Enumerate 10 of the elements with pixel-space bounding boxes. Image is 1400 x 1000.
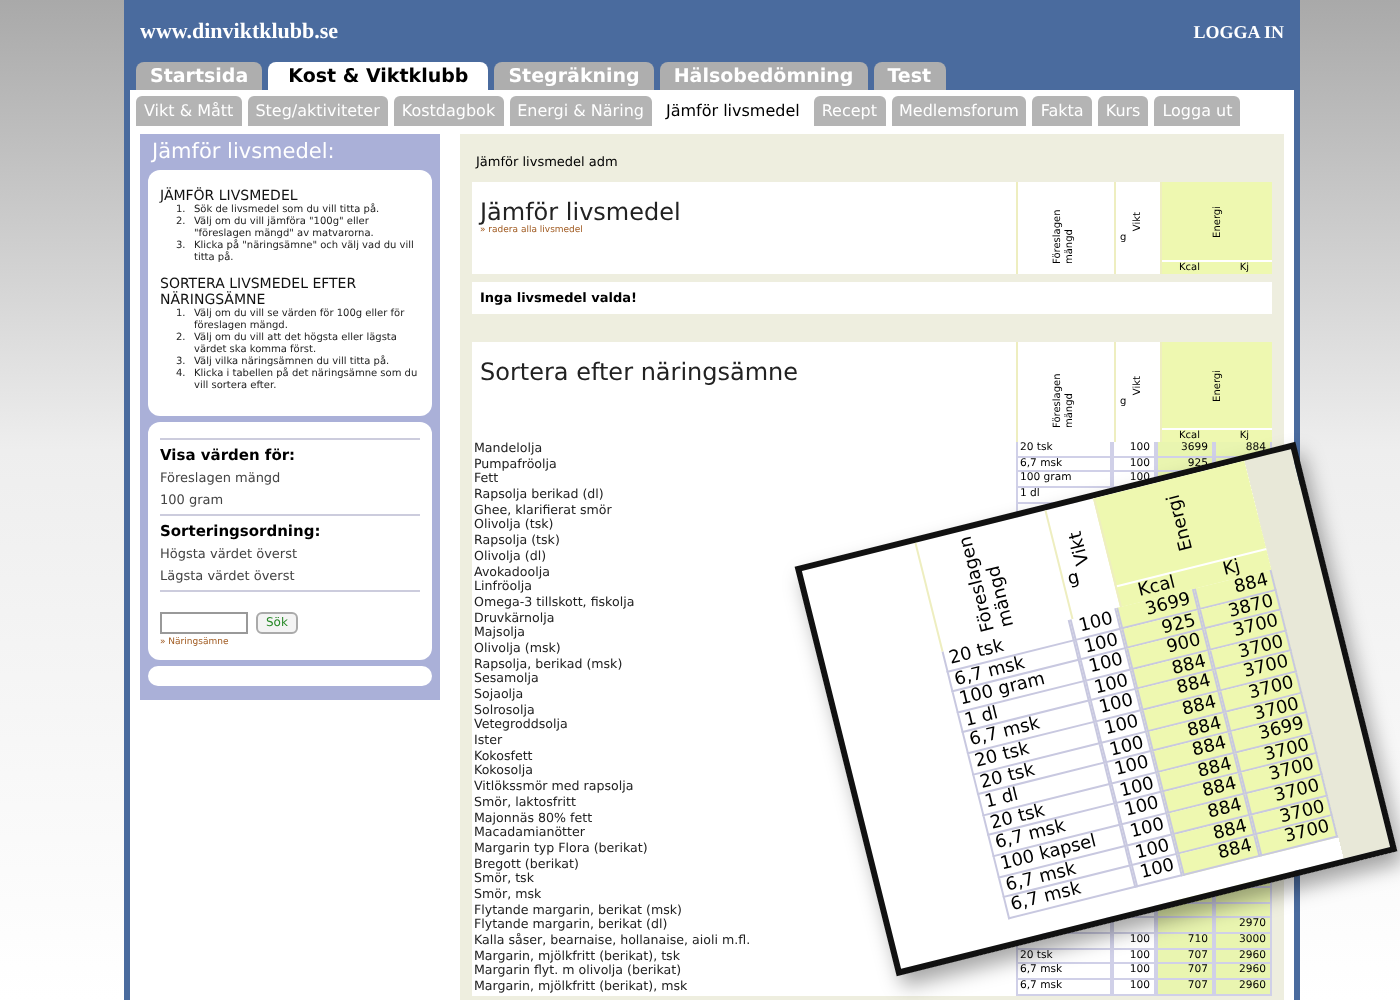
- unit-label: g: [1065, 567, 1082, 590]
- column-header: Vikt: [1066, 529, 1095, 568]
- section-heading: Sortera efter näringsämne: [480, 358, 801, 386]
- nav-tab[interactable]: Kost & Viktklubb: [268, 62, 489, 90]
- column-header: Energi: [1163, 492, 1198, 554]
- site-name: www.dinviktklubb.se: [140, 20, 339, 44]
- panel-title: Jämför livsmedel:: [152, 140, 337, 164]
- search-field[interactable]: [160, 612, 248, 634]
- login-link[interactable]: LOGGA IN: [1193, 22, 1284, 42]
- section-heading: Jämför livsmedel: [480, 198, 683, 226]
